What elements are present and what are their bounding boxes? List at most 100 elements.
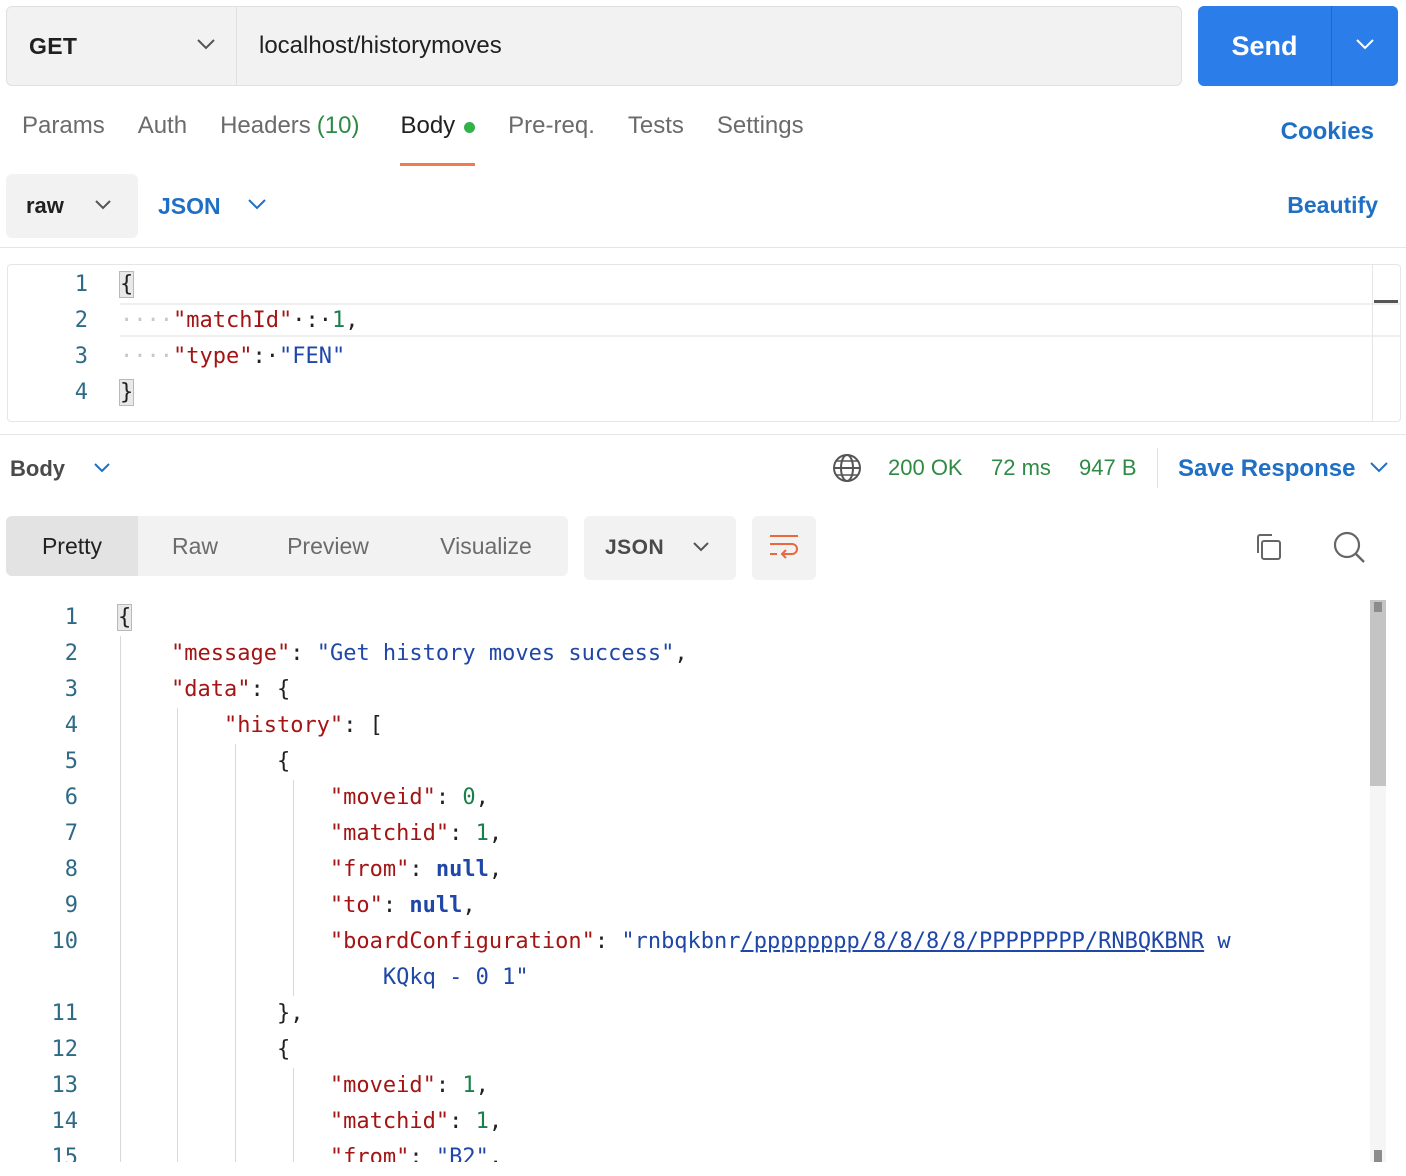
code-line: { <box>118 1032 1366 1068</box>
body-format-select[interactable]: JSON <box>158 174 267 238</box>
json-string: "Get history moves success" <box>316 641 675 666</box>
line-number: 2 <box>64 641 78 666</box>
chevron-down-icon <box>247 197 267 215</box>
request-code: { ····"matchId"·:·1, ····"type":·"FEN" } <box>118 267 1372 411</box>
scrollbar-thumb[interactable] <box>1370 600 1386 786</box>
url-input[interactable] <box>237 7 1181 85</box>
code-line: }, <box>118 996 1366 1032</box>
tab-auth[interactable]: Auth <box>138 112 187 156</box>
tab-preview[interactable]: Preview <box>252 516 404 576</box>
copy-icon[interactable] <box>1252 531 1284 568</box>
body-modified-dot <box>464 122 476 133</box>
line-number: 12 <box>51 1037 79 1062</box>
response-view-tabs: Pretty Raw Preview Visualize <box>6 516 568 576</box>
url-bar: GET <box>6 6 1182 86</box>
code-line: "history": [ <box>118 708 1366 744</box>
code-line: "data": { <box>118 672 1366 708</box>
tab-tests[interactable]: Tests <box>628 112 684 156</box>
json-key: "moveid" <box>329 785 436 810</box>
code-line: "matchid": 1, <box>329 1109 503 1134</box>
body-mode-label: raw <box>26 193 64 218</box>
json-key: "data" <box>170 677 251 702</box>
line-number: 9 <box>64 893 78 918</box>
send-options-button[interactable] <box>1332 6 1398 86</box>
json-key: "type" <box>172 344 253 369</box>
tab-prereq[interactable]: Pre-req. <box>508 112 595 156</box>
line-number: 10 <box>51 929 79 954</box>
line-number: 4 <box>64 713 78 738</box>
code-line: ····"matchId"·:·1, <box>120 303 1372 339</box>
send-button[interactable]: Send <box>1198 6 1332 86</box>
method-select[interactable]: GET <box>7 7 237 85</box>
code-line: } <box>118 375 1372 411</box>
line-number: 3 <box>64 677 78 702</box>
json-number: 1 <box>475 821 489 846</box>
chevron-down-icon <box>94 197 112 215</box>
response-code: { "message": "Get history moves success"… <box>116 600 1366 1162</box>
json-null: null <box>409 893 463 918</box>
request-body-editor[interactable]: 1 2 3 4 { ····"matchId"·:·1, ····"type":… <box>7 264 1401 422</box>
tab-label: Body <box>400 112 456 139</box>
json-string: "B2" <box>435 1145 489 1162</box>
tab-raw[interactable]: Raw <box>138 516 252 576</box>
response-time[interactable]: 72 ms <box>991 455 1051 481</box>
response-scrollbar[interactable] <box>1370 600 1386 1162</box>
json-key: "boardConfiguration" <box>329 929 595 954</box>
code-line: "matchid": 1, <box>329 821 503 846</box>
json-string: "rnbqkbnr <box>621 929 741 954</box>
status-code[interactable]: 200 OK <box>888 455 963 481</box>
json-key: "matchId" <box>172 308 293 333</box>
json-key: "moveid" <box>329 1073 436 1098</box>
line-number: 2 <box>74 308 88 333</box>
search-icon[interactable] <box>1332 530 1366 569</box>
globe-icon[interactable] <box>832 453 862 488</box>
tab-body[interactable]: Body <box>400 112 476 166</box>
scrollbar-down-arrow[interactable] <box>1374 1150 1382 1162</box>
divider <box>1157 448 1158 488</box>
json-number: 0 <box>462 785 476 810</box>
code-line: ····"type":·"FEN" <box>120 339 1372 375</box>
whitespace-marker: ···· <box>120 308 173 333</box>
tab-params[interactable]: Params <box>22 112 105 156</box>
method-label: GET <box>29 32 78 59</box>
response-body-viewer[interactable]: 1 2 3 4 5 6 7 8 9 10 11 12 13 14 15 { "m… <box>0 600 1406 1162</box>
line-number: 6 <box>64 785 78 810</box>
cookies-link[interactable]: Cookies <box>1281 118 1374 146</box>
line-number-gutter: 1 2 3 4 <box>8 267 98 411</box>
matched-brace: { <box>118 271 135 298</box>
body-mode-select[interactable]: raw <box>6 174 138 238</box>
scrollbar-up-arrow[interactable] <box>1374 602 1382 612</box>
json-key: "history" <box>223 713 344 738</box>
response-format-select[interactable]: JSON <box>584 516 736 580</box>
line-number-gutter: 1 2 3 4 5 6 7 8 9 10 11 12 13 14 15 <box>0 600 90 1162</box>
tab-visualize[interactable]: Visualize <box>404 516 568 576</box>
tab-headers[interactable]: Headers (10) <box>220 112 359 156</box>
chevron-down-icon <box>93 460 111 478</box>
tab-label: Auth <box>137 112 188 139</box>
json-punctuation: : [ <box>343 713 383 738</box>
json-number: 1 <box>475 1109 489 1134</box>
json-string-link[interactable]: /pppppppp/8/8/8/8/PPPPPPPP/RNBQKBNR <box>741 929 1205 954</box>
tab-label: Tests <box>627 112 684 139</box>
matched-brace: } <box>118 379 135 406</box>
divider <box>0 247 1406 248</box>
save-response-button[interactable]: Save Response <box>1178 452 1389 486</box>
code-line: "moveid": 1, <box>329 1073 489 1098</box>
tab-settings[interactable]: Settings <box>717 112 804 156</box>
send-button-group: Send <box>1198 6 1398 86</box>
tab-label: Headers <box>220 112 311 139</box>
line-number: 13 <box>51 1073 79 1098</box>
beautify-button[interactable]: Beautify <box>1287 192 1378 219</box>
divider <box>0 434 1406 435</box>
json-key: "message" <box>170 641 291 666</box>
line-number: 4 <box>74 380 88 405</box>
response-section-select[interactable]: Body <box>10 452 111 486</box>
line-number: 15 <box>51 1145 79 1162</box>
response-size[interactable]: 947 B <box>1079 455 1137 481</box>
tab-pretty[interactable]: Pretty <box>6 516 138 576</box>
wrap-lines-icon <box>768 532 800 565</box>
chevron-down-icon <box>692 539 710 557</box>
wrap-lines-button[interactable] <box>752 516 816 580</box>
editor-scrollbar[interactable] <box>1372 265 1400 421</box>
matched-brace: { <box>116 604 133 631</box>
